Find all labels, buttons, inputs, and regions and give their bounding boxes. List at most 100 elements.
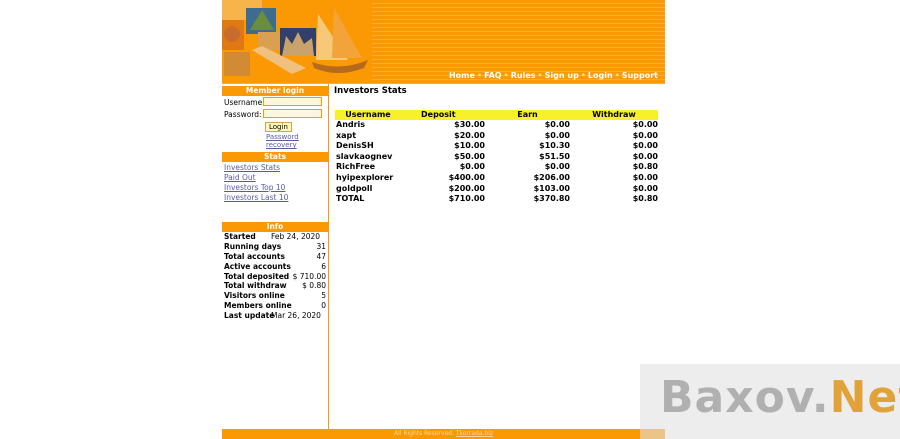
nav-separator: • bbox=[476, 71, 483, 80]
info-row-members-online: Members online 0 bbox=[222, 301, 328, 311]
username-input[interactable] bbox=[263, 97, 322, 106]
info-row-total-withdraw: Total withdraw $ 0.80 bbox=[222, 281, 328, 291]
watermark-part-1: Baxov. bbox=[660, 372, 830, 423]
username-label: Username: bbox=[224, 98, 265, 107]
nav-login[interactable]: Login bbox=[588, 71, 613, 80]
info-title: Info bbox=[222, 222, 328, 232]
cell-username: RichFree bbox=[336, 162, 376, 172]
cell-username: DenisSH bbox=[336, 141, 374, 151]
info-value: Feb 24, 2020 bbox=[271, 232, 321, 241]
page-title: Investors Stats bbox=[334, 86, 407, 96]
nav-separator: • bbox=[503, 71, 509, 80]
info-key: Last update bbox=[224, 311, 275, 321]
table-row: RichFree $0.00 $0.00 $0.80 bbox=[335, 162, 658, 173]
info-value: 5 bbox=[321, 291, 326, 301]
info-row-visitors-online: Visitors online 5 bbox=[222, 291, 328, 301]
left-sidebar: Member login Username: Password: Login P… bbox=[222, 84, 329, 429]
stats-link-investors-stats[interactable]: Investors Stats bbox=[224, 163, 328, 173]
info-key: Active accounts bbox=[224, 261, 291, 271]
cell-deposit: $10.00 bbox=[454, 141, 485, 151]
table-row: hyipexplorer $400.00 $206.00 $0.00 bbox=[335, 173, 658, 184]
site-footer: All Rights Reserved. Tkorrada.biz bbox=[222, 429, 665, 439]
investors-stats-table: Username Deposit Earn Withdraw Andris $30… bbox=[335, 110, 658, 205]
cell-withdraw: $0.00 bbox=[632, 141, 658, 151]
cell-earn: $0.00 bbox=[544, 162, 570, 172]
info-row-last-update: Last update Mar 26, 2020 bbox=[222, 311, 328, 321]
cell-withdraw: $0.00 bbox=[632, 151, 658, 161]
cell-earn: $206.00 bbox=[533, 172, 570, 182]
info-row-active-accounts: Active accounts 6 bbox=[222, 262, 328, 272]
cell-withdraw: $0.00 bbox=[632, 172, 658, 182]
info-box: Info Started Feb 24, 2020 Running days 31 … bbox=[222, 222, 328, 321]
site-header: Home • FAQ • Rules • Sign up • Login • Support bbox=[222, 0, 665, 84]
footer-text: All Rights Reserved. bbox=[393, 430, 454, 437]
table-row: Andris $30.00 $0.00 $0.00 bbox=[335, 120, 658, 131]
cell-deposit: $50.00 bbox=[454, 151, 485, 161]
stats-title: Stats bbox=[222, 152, 328, 162]
cell-deposit: $710.00 bbox=[448, 194, 485, 204]
info-key: Total withdraw bbox=[224, 281, 287, 291]
nav-rules[interactable]: Rules bbox=[511, 71, 536, 80]
cell-withdraw: $0.80 bbox=[632, 162, 658, 172]
column-header-username: Username bbox=[335, 110, 401, 120]
cell-deposit: $400.00 bbox=[448, 172, 485, 182]
info-row-started: Started Feb 24, 2020 bbox=[222, 232, 328, 242]
column-header-deposit: Deposit bbox=[401, 110, 485, 120]
cell-username: slavkaognev bbox=[336, 151, 393, 161]
nav-separator: • bbox=[537, 71, 543, 80]
password-input[interactable] bbox=[263, 109, 322, 118]
password-recovery-link[interactable]: Password recovery bbox=[266, 133, 328, 149]
watermark-part-2: Net bbox=[829, 372, 900, 423]
cell-deposit: $20.00 bbox=[454, 130, 485, 140]
table-header-row: Username Deposit Earn Withdraw bbox=[335, 110, 658, 120]
column-header-withdraw: Withdraw bbox=[570, 110, 658, 120]
info-value: 31 bbox=[316, 241, 326, 251]
member-login-title: Member login bbox=[222, 86, 328, 96]
stats-link-paid-out[interactable]: Paid Out bbox=[224, 173, 328, 183]
login-button[interactable]: Login bbox=[265, 122, 292, 132]
page-container: Home • FAQ • Rules • Sign up • Login • Support Mem… bbox=[222, 0, 665, 439]
stats-box: Stats Investors Stats Paid Out Investors… bbox=[222, 152, 328, 203]
cell-username: TOTAL bbox=[336, 194, 365, 204]
info-key: Total accounts bbox=[224, 251, 285, 261]
username-row: Username: bbox=[222, 96, 328, 108]
table-row: xapt $20.00 $0.00 $0.00 bbox=[335, 131, 658, 142]
stats-link-investors-top-10[interactable]: Investors Top 10 bbox=[224, 183, 328, 193]
password-row: Password: bbox=[222, 108, 328, 120]
member-login-box: Member login Username: Password: Login P… bbox=[222, 86, 328, 149]
nav-separator: • bbox=[580, 71, 586, 80]
cell-earn: $51.50 bbox=[539, 151, 570, 161]
info-value: 6 bbox=[321, 261, 326, 271]
info-key: Visitors online bbox=[224, 291, 285, 301]
cell-withdraw: $0.00 bbox=[632, 183, 658, 193]
nav-faq[interactable]: FAQ bbox=[484, 71, 502, 80]
cell-withdraw: $0.80 bbox=[632, 194, 658, 204]
nav-home[interactable]: Home bbox=[449, 71, 475, 80]
info-row-total-accounts: Total accounts 47 bbox=[222, 252, 328, 262]
cell-earn: $0.00 bbox=[544, 120, 570, 129]
cell-username: hyipexplorer bbox=[336, 172, 394, 182]
main-content: Investors Stats Username Deposit Earn Wi… bbox=[329, 84, 665, 429]
info-value: 47 bbox=[316, 251, 326, 261]
stats-link-investors-last-10[interactable]: Investors Last 10 bbox=[224, 193, 328, 203]
info-key: Started bbox=[224, 232, 256, 241]
nav-support[interactable]: Support bbox=[622, 71, 658, 80]
password-label: Password: bbox=[224, 110, 262, 119]
info-key: Total deposited bbox=[224, 271, 290, 281]
info-value: Mar 26, 2020 bbox=[271, 311, 321, 321]
footer-link[interactable]: Tkorrada.biz bbox=[456, 430, 493, 437]
header-collage-image bbox=[222, 0, 372, 80]
info-key: Members online bbox=[224, 301, 292, 311]
cell-username: xapt bbox=[336, 130, 357, 140]
table-row: goldpoll $200.00 $103.00 $0.00 bbox=[335, 184, 658, 195]
cell-withdraw: $0.00 bbox=[632, 130, 658, 140]
table-row: slavkaognev $50.00 $51.50 $0.00 bbox=[335, 152, 658, 163]
nav-signup[interactable]: Sign up bbox=[545, 71, 579, 80]
cell-deposit: $200.00 bbox=[448, 183, 485, 193]
cell-deposit: $30.00 bbox=[454, 120, 485, 129]
nav-separator: • bbox=[614, 71, 620, 80]
info-value: $ 710.00 bbox=[292, 271, 326, 281]
table-total-row: TOTAL $710.00 $370.80 $0.80 bbox=[335, 194, 658, 205]
watermark-logo: Baxov.Net bbox=[660, 372, 900, 423]
info-key: Running days bbox=[224, 241, 282, 251]
